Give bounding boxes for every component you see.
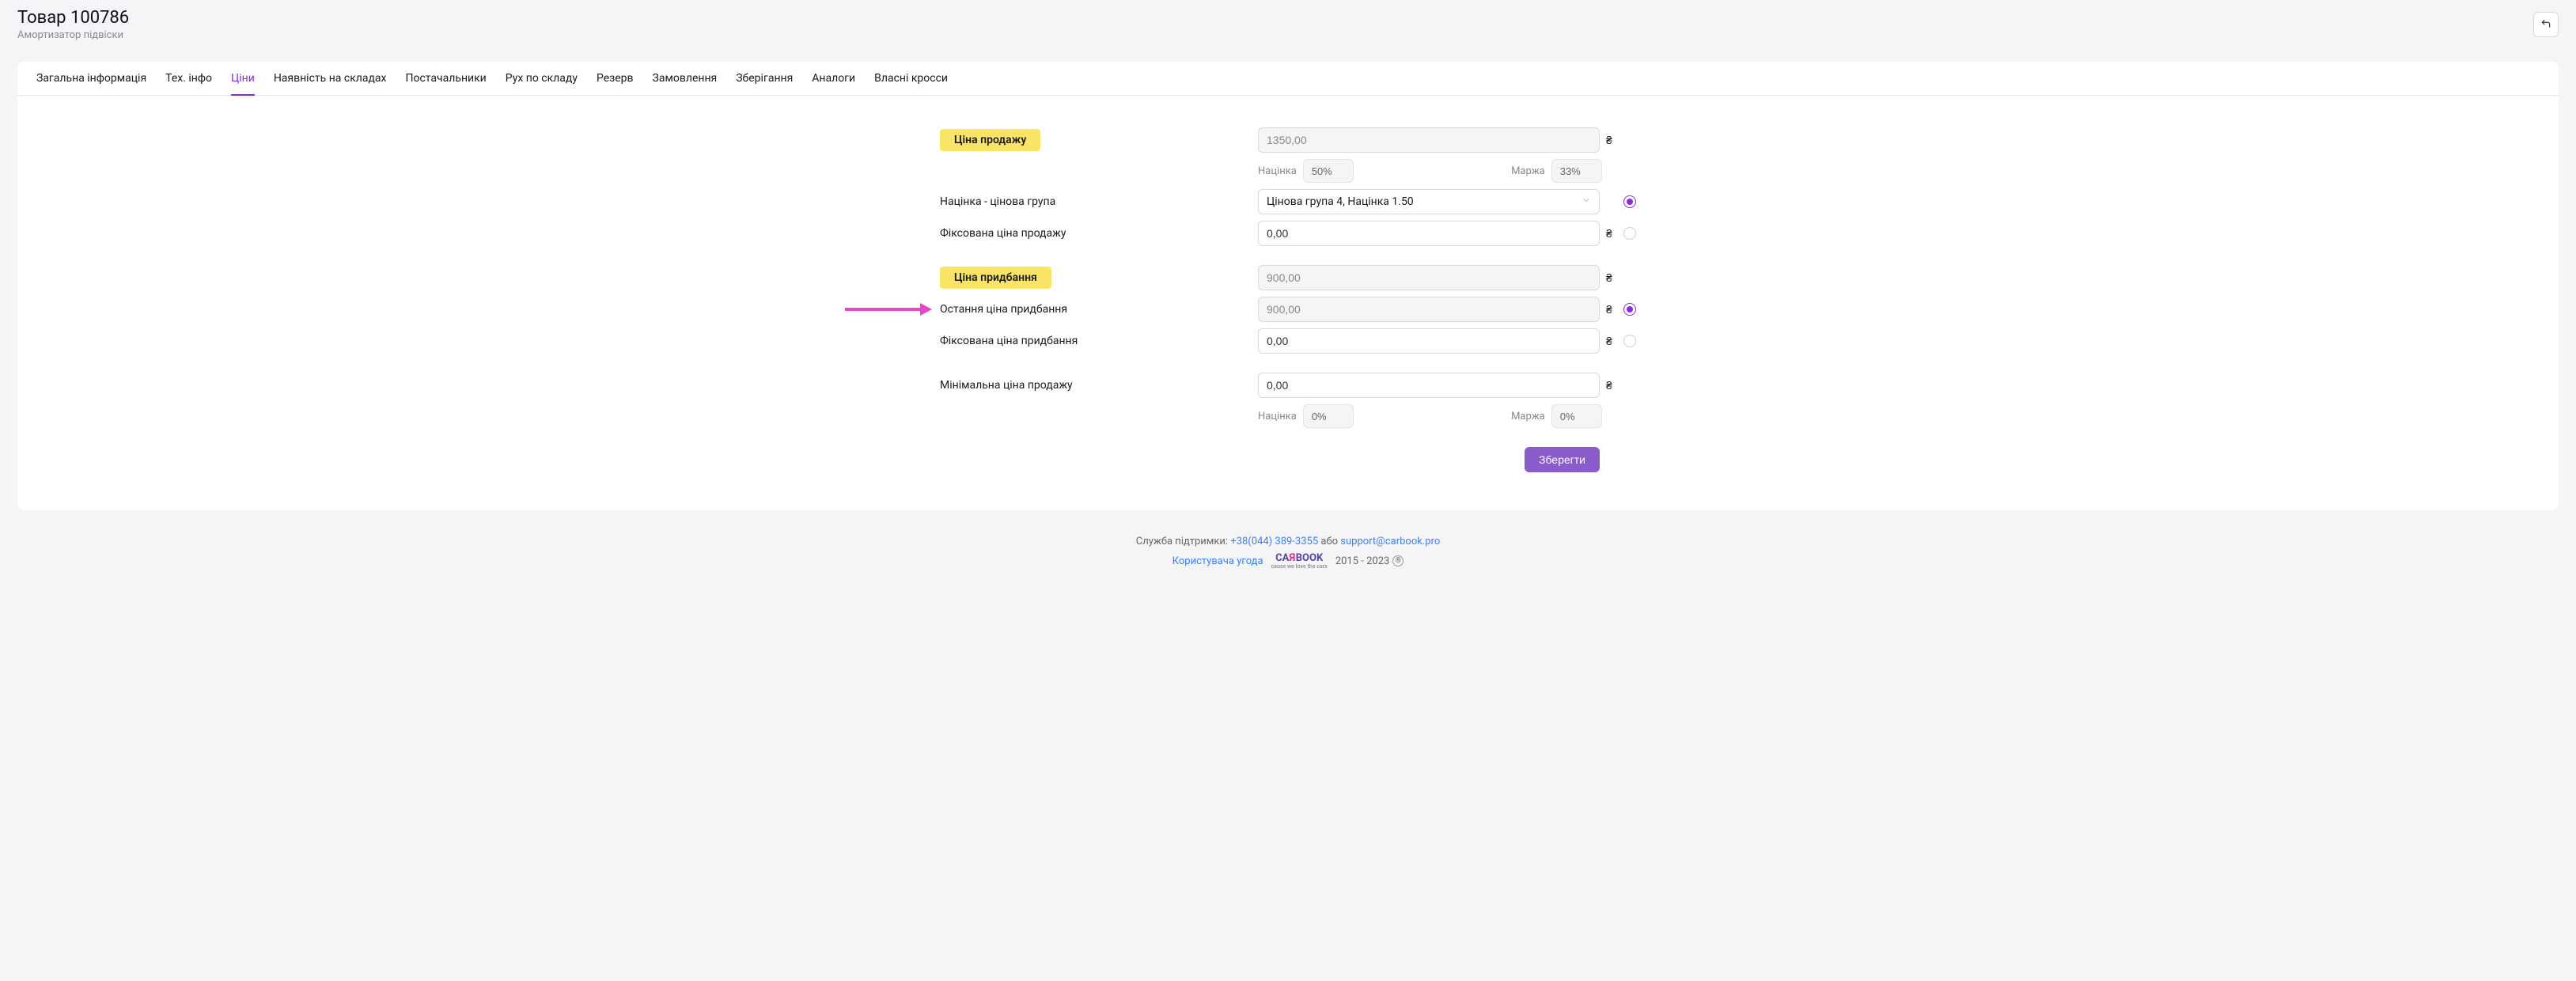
markup-group-value: Цінова група 4, Націнка 1.50 [1267, 195, 1414, 208]
min-margin-label: Маржа [1511, 411, 1545, 422]
field-min-sale: ₴ [1258, 373, 1636, 398]
header-left: Товар 100786 Амортизатор підвіски [17, 8, 129, 41]
last-purchase-radio[interactable] [1623, 303, 1636, 316]
row-fixed-sale: Фіксована ціна продажу ₴ [940, 221, 1636, 246]
last-purchase-input[interactable] [1258, 297, 1600, 322]
fixed-purchase-radio[interactable] [1623, 335, 1636, 347]
row-markup-margin: Націнка Маржа [940, 159, 1636, 183]
tab-analogs[interactable]: Аналоги [812, 62, 855, 96]
row-markup-group: Націнка - цінова група Цінова група 4, Н… [940, 189, 1636, 214]
min-markup-input[interactable] [1303, 404, 1354, 428]
sub-row-markup: Націнка Маржа [1258, 159, 1602, 183]
markup-group-radio[interactable] [1623, 195, 1636, 208]
field-last-purchase: ₴ [1258, 297, 1636, 322]
sale-price-input[interactable] [1258, 127, 1600, 153]
footer: Служба підтримки: +38(044) 389-3355 або … [0, 528, 2576, 585]
row-sale-price: Ціна продажу ₴ [940, 127, 1636, 153]
currency-symbol: ₴ [1606, 271, 1617, 285]
registered-icon: ® [1392, 555, 1404, 566]
tab-reserve[interactable]: Резерв [597, 62, 634, 96]
purchase-price-input[interactable] [1258, 265, 1600, 290]
row-min-markup-margin: Націнка Маржа [940, 404, 1636, 428]
tab-general-info[interactable]: Загальна інформація [36, 62, 146, 96]
min-markup-label: Націнка [1258, 411, 1297, 422]
tab-own-cross[interactable]: Власні кросси [874, 62, 948, 96]
fixed-sale-input[interactable] [1258, 221, 1600, 246]
footer-support: Служба підтримки: +38(044) 389-3355 або … [0, 536, 2576, 547]
currency-symbol: ₴ [1606, 379, 1617, 392]
tab-stock[interactable]: Наявність на складах [274, 62, 387, 96]
page-title: Товар 100786 [17, 8, 129, 28]
label-sale-price: Ціна продажу [940, 129, 1248, 151]
field-purchase-price: ₴ [1258, 265, 1636, 290]
tab-suppliers[interactable]: Постачальники [406, 62, 487, 96]
main-card: Загальна інформація Тех. інфо Ціни Наявн… [17, 62, 2559, 510]
markup-group-select[interactable]: Цінова група 4, Націнка 1.50 [1258, 189, 1600, 214]
row-last-purchase: Остання ціна придбання ₴ [940, 297, 1636, 322]
footer-logo: CARBOOK cause we love the cars [1271, 552, 1328, 570]
highlight-purchase-price: Ціна придбання [940, 267, 1051, 289]
fixed-sale-radio[interactable] [1623, 227, 1636, 240]
sub-row-min-markup: Націнка Маржа [1258, 404, 1602, 428]
annotation-arrow-icon [845, 301, 932, 317]
currency-symbol: ₴ [1606, 335, 1617, 348]
markup-input[interactable] [1303, 159, 1354, 183]
footer-agreement-link[interactable]: Користувача угода [1172, 555, 1263, 567]
label-markup-group: Націнка - цінова група [940, 195, 1248, 208]
field-sale-price: ₴ [1258, 127, 1636, 153]
tab-movement[interactable]: Рух по складу [506, 62, 578, 96]
form-inner: Ціна продажу ₴ Націнка Маржа [940, 127, 1636, 479]
highlight-sale-price: Ціна продажу [940, 129, 1040, 151]
row-purchase-price: Ціна придбання ₴ [940, 265, 1636, 290]
row-min-sale: Мінімальна ціна продажу ₴ [940, 373, 1636, 398]
chevron-down-icon [1582, 195, 1591, 208]
label-min-sale: Мінімальна ціна продажу [940, 379, 1248, 392]
return-icon [2540, 18, 2551, 32]
currency-symbol: ₴ [1606, 303, 1617, 316]
footer-phone-link[interactable]: +38(044) 389-3355 [1230, 536, 1318, 547]
footer-years: 2015 - 2023 [1335, 555, 1390, 567]
field-fixed-sale: ₴ [1258, 221, 1636, 246]
form-area: Ціна продажу ₴ Націнка Маржа [17, 96, 2559, 510]
field-min-markup-margin: Націнка Маржа [1258, 404, 1636, 428]
label-fixed-sale: Фіксована ціна продажу [940, 227, 1248, 240]
footer-bottom: Користувача угода CARBOOK cause we love … [0, 552, 2576, 570]
currency-symbol: ₴ [1606, 134, 1617, 147]
min-sale-input[interactable] [1258, 373, 1600, 398]
min-margin-input[interactable] [1551, 404, 1602, 428]
field-markup-margin: Націнка Маржа [1258, 159, 1636, 183]
margin-label: Маржа [1511, 165, 1545, 177]
page-subtitle: Амортизатор підвіски [17, 29, 129, 41]
fixed-purchase-input[interactable] [1258, 328, 1600, 354]
back-button[interactable] [2533, 12, 2559, 37]
field-fixed-purchase: ₴ [1258, 328, 1636, 354]
field-save: Зберегти [1258, 447, 1636, 472]
save-button[interactable]: Зберегти [1525, 447, 1600, 472]
footer-email-link[interactable]: support@carbook.pro [1340, 536, 1440, 547]
tab-tech-info[interactable]: Тех. інфо [165, 62, 212, 96]
page-header: Товар 100786 Амортизатор підвіски [0, 0, 2576, 49]
tab-prices[interactable]: Ціни [231, 62, 255, 96]
markup-label: Націнка [1258, 165, 1297, 177]
tab-orders[interactable]: Замовлення [653, 62, 718, 96]
row-save: Зберегти [940, 434, 1636, 472]
label-purchase-price: Ціна придбання [940, 267, 1248, 289]
label-fixed-purchase: Фіксована ціна придбання [940, 335, 1248, 347]
tabs: Загальна інформація Тех. інфо Ціни Наявн… [17, 62, 2559, 96]
row-fixed-purchase: Фіксована ціна придбання ₴ [940, 328, 1636, 354]
currency-symbol: ₴ [1606, 227, 1617, 241]
margin-input[interactable] [1551, 159, 1602, 183]
label-last-purchase: Остання ціна придбання [940, 303, 1248, 316]
tab-storage[interactable]: Зберігання [736, 62, 793, 96]
field-markup-group: Цінова група 4, Націнка 1.50 [1258, 189, 1636, 214]
